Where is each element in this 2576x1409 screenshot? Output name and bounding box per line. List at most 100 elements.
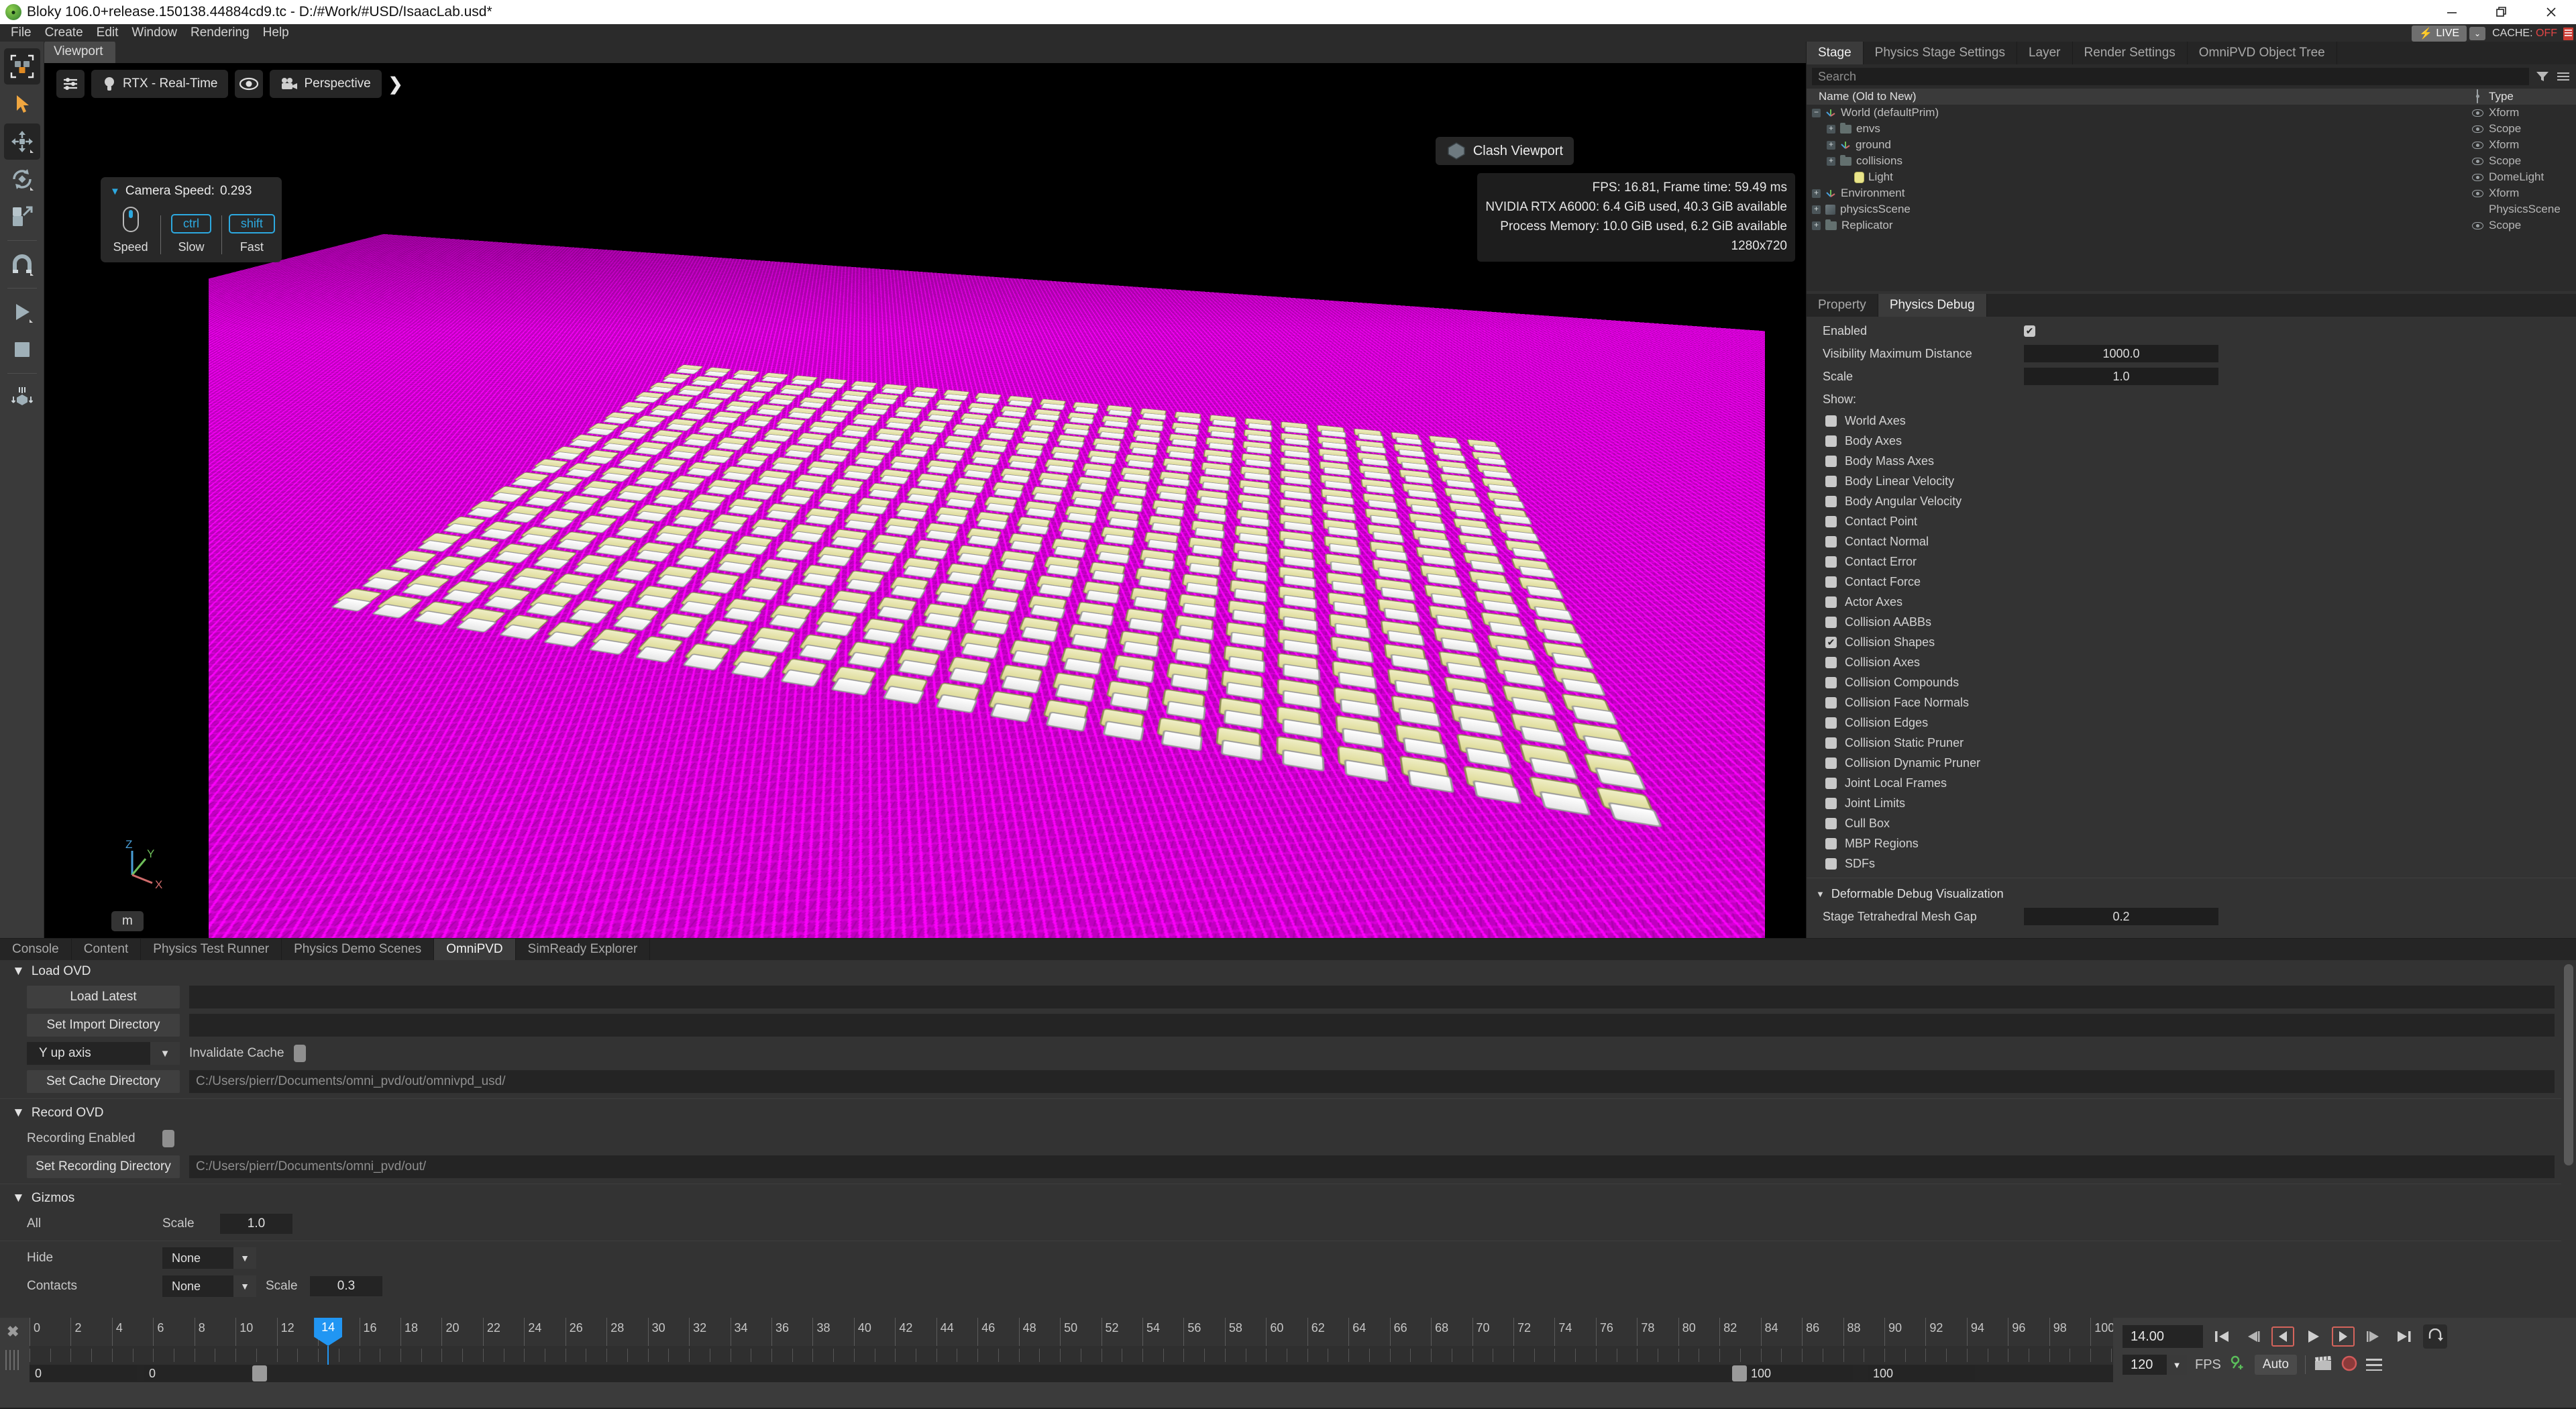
import-directory-field[interactable] xyxy=(189,1014,2555,1037)
hamburger-icon[interactable] xyxy=(2366,1359,2382,1371)
visibility-toggle[interactable] xyxy=(2466,125,2489,133)
close-button[interactable] xyxy=(2526,0,2576,24)
checkbox[interactable] xyxy=(1825,818,1837,829)
expander-toggle[interactable]: + xyxy=(1827,141,1835,150)
show-item-body-angular-velocity[interactable]: Body Angular Velocity xyxy=(1807,491,2576,511)
live-dropdown-button[interactable]: ⌄ xyxy=(2469,27,2485,40)
tab-stage[interactable]: Stage xyxy=(1807,42,1864,64)
play-forward-icon[interactable] xyxy=(2332,1326,2355,1347)
tab-physics-debug[interactable]: Physics Debug xyxy=(1878,294,1987,317)
tab-content[interactable]: Content xyxy=(72,939,142,960)
tab-omnipvd[interactable]: OmniPVD xyxy=(434,939,515,960)
renderer-selector[interactable]: RTX - Real-Time xyxy=(91,70,228,98)
step-back-fast-icon[interactable] xyxy=(2241,1324,2265,1349)
show-item-contact-normal[interactable]: Contact Normal xyxy=(1807,531,2576,552)
live-button[interactable]: ⚡ LIVE xyxy=(2412,25,2467,42)
tab-viewport[interactable]: Viewport xyxy=(44,41,115,63)
gizmos-all-scale-field[interactable]: 1.0 xyxy=(220,1214,292,1234)
play-icon[interactable] xyxy=(2301,1324,2325,1349)
show-item-contact-point[interactable]: Contact Point xyxy=(1807,511,2576,531)
enabled-checkbox[interactable]: ✔ xyxy=(2024,325,2035,337)
stage-row[interactable]: +collisionsScope xyxy=(1807,153,2576,169)
tab-render-settings[interactable]: Render Settings xyxy=(2073,42,2188,64)
stage-row[interactable]: +physicsScenePhysicsScene xyxy=(1807,201,2576,217)
tab-console[interactable]: Console xyxy=(0,939,72,960)
range-left-handle[interactable] xyxy=(252,1365,267,1381)
show-item-mbp-regions[interactable]: MBP Regions xyxy=(1807,833,2576,853)
set-recording-directory-button[interactable]: Set Recording Directory xyxy=(27,1155,180,1178)
tab-layer[interactable]: Layer xyxy=(2017,42,2073,64)
checkbox[interactable] xyxy=(1825,617,1837,628)
show-item-collision-axes[interactable]: Collision Axes xyxy=(1807,652,2576,672)
tab-property[interactable]: Property xyxy=(1807,294,1878,317)
play-icon[interactable] xyxy=(4,294,40,330)
auto-key-button[interactable]: Auto xyxy=(2255,1355,2297,1375)
show-item-body-axes[interactable]: Body Axes xyxy=(1807,431,2576,451)
checkbox[interactable] xyxy=(1825,858,1837,870)
rotate-icon[interactable] xyxy=(4,161,40,197)
clash-viewport-button[interactable]: Clash Viewport xyxy=(1436,137,1574,165)
timeline-grip[interactable] xyxy=(5,1350,20,1370)
checkbox[interactable] xyxy=(1825,596,1837,608)
timeline-ruler[interactable]: 0246810121416182022242628303234363840424… xyxy=(30,1318,2113,1346)
maximize-button[interactable] xyxy=(2477,0,2526,24)
set-import-directory-button[interactable]: Set Import Directory xyxy=(27,1014,180,1037)
checkbox[interactable] xyxy=(1825,476,1837,487)
cache-directory-field[interactable]: C:/Users/pierr/Documents/omni_pvd/out/om… xyxy=(189,1070,2555,1093)
show-item-body-linear-velocity[interactable]: Body Linear Velocity xyxy=(1807,471,2576,491)
tab-physics-demo-scenes[interactable]: Physics Demo Scenes xyxy=(282,939,434,960)
move-icon[interactable] xyxy=(4,123,40,160)
up-axis-select[interactable]: Y up axis ▼ xyxy=(27,1042,180,1065)
menu-item-file[interactable]: File xyxy=(4,24,38,42)
stage-row[interactable]: +EnvironmentXform xyxy=(1807,185,2576,201)
checkbox[interactable] xyxy=(1825,415,1837,427)
viewport-canvas[interactable]: RTX - Real-Time Perspective ❯ ▼ Camera S… xyxy=(44,63,1806,938)
checkbox[interactable] xyxy=(1825,435,1837,447)
range-start-field[interactable]: 0 xyxy=(30,1365,137,1381)
visibility-toggle[interactable] xyxy=(2466,158,2489,165)
checkbox[interactable] xyxy=(1825,758,1837,769)
gizmos-section-header[interactable]: ▼ Gizmos xyxy=(0,1187,2561,1210)
menu-item-help[interactable]: Help xyxy=(256,24,296,42)
checkbox[interactable] xyxy=(1825,677,1837,688)
visibility-toggle[interactable] xyxy=(2466,109,2489,117)
checkbox[interactable]: ✔ xyxy=(1825,637,1837,648)
stage-row[interactable]: +envsScope xyxy=(1807,121,2576,137)
clapperboard-icon[interactable] xyxy=(2314,1355,2332,1375)
stage-row[interactable]: LightDomeLight xyxy=(1807,169,2576,185)
tab-simready-explorer[interactable]: SimReady Explorer xyxy=(516,939,651,960)
expander-toggle[interactable]: + xyxy=(1812,205,1821,214)
show-item-collision-edges[interactable]: Collision Edges xyxy=(1807,713,2576,733)
minimize-button[interactable] xyxy=(2427,0,2477,24)
unit-indicator[interactable]: m xyxy=(111,911,144,931)
show-item-collision-aabbs[interactable]: Collision AABBs xyxy=(1807,612,2576,632)
range-end-left-field[interactable]: 0 xyxy=(144,1365,251,1381)
step-forward-icon[interactable] xyxy=(2361,1324,2385,1349)
show-item-joint-limits[interactable]: Joint Limits xyxy=(1807,793,2576,813)
cache-file-icon[interactable] xyxy=(2563,28,2573,40)
search-input[interactable]: Search xyxy=(1812,68,2529,85)
show-item-contact-error[interactable]: Contact Error xyxy=(1807,552,2576,572)
checkbox[interactable] xyxy=(1825,576,1837,588)
camera-speed-header[interactable]: ▼ Camera Speed: 0.293 xyxy=(101,184,282,207)
fps-select[interactable]: 120 ▼ xyxy=(2123,1355,2187,1375)
jump-to-end-icon[interactable] xyxy=(2392,1324,2416,1349)
menu-item-create[interactable]: Create xyxy=(38,24,90,42)
range-start-right-field[interactable]: 100 xyxy=(1746,1365,1853,1381)
checkbox[interactable] xyxy=(1825,496,1837,507)
menu-item-window[interactable]: Window xyxy=(125,24,184,42)
omnipvd-scrollbar[interactable] xyxy=(2564,964,2573,1165)
snap-magnet-icon[interactable] xyxy=(4,246,40,282)
tab-omnipvd-object-tree[interactable]: OmniPVD Object Tree xyxy=(2188,42,2337,64)
scale-field[interactable]: 1.0 xyxy=(2024,368,2218,385)
hamburger-icon[interactable] xyxy=(2556,71,2571,82)
current-frame-field[interactable]: 14.00 xyxy=(2123,1325,2203,1348)
range-end-right-field[interactable]: 100 xyxy=(1868,1365,1975,1381)
expander-toggle[interactable]: + xyxy=(1812,189,1821,198)
invalidate-cache-toggle[interactable] xyxy=(294,1045,306,1062)
show-item-cull-box[interactable]: Cull Box xyxy=(1807,813,2576,833)
sliders-icon[interactable] xyxy=(56,70,85,98)
checkbox[interactable] xyxy=(1825,798,1837,809)
menu-item-rendering[interactable]: Rendering xyxy=(184,24,256,42)
checkbox[interactable] xyxy=(1825,778,1837,789)
